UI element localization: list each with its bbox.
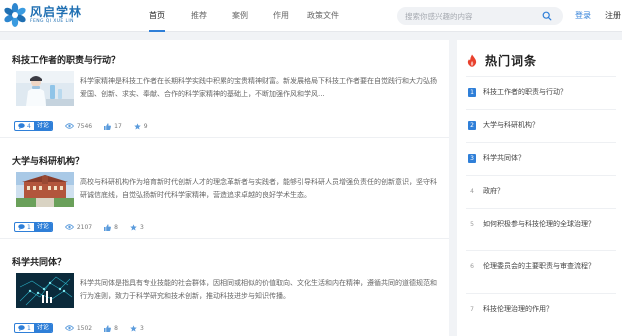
article-title[interactable]: 科技工作者的职责与行动？ <box>12 53 120 66</box>
article-meta: 1 讨论 2107 8 3 <box>14 222 144 232</box>
hot-topic-label[interactable]: 伦理委员会的主要职责与审查流程？ <box>483 261 611 272</box>
nav-home[interactable]: 首页 <box>149 0 165 32</box>
hot-topic-label[interactable]: 大学与科研机构？ <box>483 120 611 131</box>
search-input[interactable] <box>405 7 535 25</box>
nav-policy-docs[interactable]: 政策文件 <box>307 0 339 32</box>
discussion-badge[interactable]: 4 讨论 <box>14 121 53 131</box>
hot-topic-label[interactable]: 如何积极参与科技伦理的全球治理？ <box>483 219 611 230</box>
discussion-badge[interactable]: 1 讨论 <box>14 222 53 232</box>
hot-topics-panel: 热门词条 1 科技工作者的职责与行动？ 2 大学与科研机构？ 3 科学共同体？ … <box>457 40 622 336</box>
favorite-count[interactable]: 3 <box>130 325 144 332</box>
star-icon <box>130 223 137 231</box>
comment-count: 1 <box>27 324 31 332</box>
comment-icon <box>18 325 25 331</box>
article-list: 科技工作者的职责与行动？ 科学家精神是科技工作者在长期科学实践中积累的宝贵精神财… <box>0 40 449 336</box>
favorite-count[interactable]: 3 <box>130 224 144 231</box>
comment-count: 4 <box>27 122 31 130</box>
view-count: 2107 <box>64 224 92 231</box>
article-summary: 高校与科研机构作为培育新时代创新人才的理念革新者与实践者，能够引导科研人员增强负… <box>80 178 437 199</box>
article-meta: 1 讨论 1502 8 3 <box>14 323 144 333</box>
article-title[interactable]: 大学与科研机构？ <box>12 154 84 167</box>
thumbs-up-icon <box>104 324 112 332</box>
favorite-count[interactable]: 9 <box>134 123 148 130</box>
article-summary: 科学共同体是指具有专业技能的社会群体，因相同或相似的价值取向、文化生活和内在精神… <box>80 279 437 300</box>
article-thumbnail-network[interactable] <box>16 273 74 308</box>
hot-topic-item[interactable]: 7 科技伦理治理的作用？ <box>466 293 616 336</box>
hot-topic-item[interactable]: 5 如何积极参与科技伦理的全球治理？ <box>466 208 616 250</box>
hot-topic-item[interactable]: 4 政府？ <box>466 175 616 208</box>
star-icon <box>130 324 137 332</box>
discussion-label: 讨论 <box>33 122 52 130</box>
article-meta: 4 讨论 7546 17 9 <box>14 121 148 131</box>
search-box <box>397 7 563 25</box>
rank-badge: 3 <box>468 154 476 163</box>
article-title[interactable]: 科学共同体？ <box>12 255 66 268</box>
comment-icon <box>18 224 25 230</box>
rank-badge: 2 <box>468 121 476 130</box>
hot-topics-header: 热门词条 <box>467 48 537 72</box>
rank-badge: 1 <box>468 88 476 97</box>
article-card[interactable]: 科技工作者的职责与行动？ 科学家精神是科技工作者在长期科学实践中积累的宝贵精神财… <box>0 40 449 138</box>
nav-cases[interactable]: 案例 <box>232 0 248 32</box>
hot-topics-title: 热门词条 <box>485 53 538 68</box>
hot-topic-label[interactable]: 政府？ <box>483 186 611 197</box>
register-link[interactable]: 注册 <box>605 0 621 32</box>
eye-icon <box>64 224 74 230</box>
rank-number: 7 <box>470 306 474 313</box>
discussion-label: 讨论 <box>33 223 52 231</box>
logo-title: 风启学林 <box>30 4 83 19</box>
nav-recommend[interactable]: 推荐 <box>191 0 207 32</box>
hot-topic-label[interactable]: 科技伦理治理的作用？ <box>483 304 611 315</box>
rank-number: 5 <box>470 221 474 228</box>
thumbs-up-icon <box>104 122 112 130</box>
star-icon <box>134 122 141 130</box>
nav-role[interactable]: 作用 <box>273 0 289 32</box>
search-icon[interactable] <box>542 11 552 21</box>
logo-flower-icon <box>4 3 26 27</box>
discussion-badge[interactable]: 1 讨论 <box>14 323 53 333</box>
view-count: 1502 <box>64 325 92 332</box>
site-logo[interactable]: 风启学林 FENG QI XUE LIN <box>3 3 82 27</box>
logo-subtitle: FENG QI XUE LIN <box>30 18 74 24</box>
eye-icon <box>64 325 74 331</box>
comment-icon <box>18 123 25 129</box>
thumbs-up-icon <box>104 223 112 231</box>
article-summary: 科学家精神是科技工作者在长期科学实践中积累的宝贵精神财富。新发展格局下科技工作者… <box>80 77 437 98</box>
view-count: 7546 <box>64 123 92 130</box>
hot-topic-item[interactable]: 6 伦理委员会的主要职责与审查流程？ <box>466 250 616 293</box>
comment-count: 1 <box>27 223 31 231</box>
hot-topic-item[interactable]: 3 科学共同体？ <box>466 142 616 175</box>
rank-number: 6 <box>470 263 474 270</box>
like-count[interactable]: 8 <box>104 224 118 231</box>
discussion-label: 讨论 <box>33 324 52 332</box>
article-card[interactable]: 大学与科研机构？ 高校与科研机构作为培育新时代创新人才的理念革新者与实践者，能够… <box>0 141 449 239</box>
rank-number: 4 <box>470 188 474 195</box>
top-header: 风启学林 FENG QI XUE LIN 首页 推荐 案例 作用 政策文件 登录… <box>0 0 622 32</box>
article-thumbnail-campus[interactable] <box>16 172 74 207</box>
eye-icon <box>64 123 74 129</box>
login-link[interactable]: 登录 <box>575 0 591 32</box>
hot-topic-item[interactable]: 2 大学与科研机构？ <box>466 109 616 142</box>
flame-icon <box>467 54 477 67</box>
like-count[interactable]: 17 <box>104 123 122 130</box>
hot-topic-item[interactable]: 1 科技工作者的职责与行动？ <box>466 76 616 109</box>
hot-topic-label[interactable]: 科学共同体？ <box>483 153 611 164</box>
hot-topic-label[interactable]: 科技工作者的职责与行动？ <box>483 87 611 98</box>
article-card[interactable]: 科学共同体？ 科学共同体是指具有专业技能的社会群体，因相同或相似的价值取向、文化… <box>0 242 449 336</box>
like-count[interactable]: 8 <box>104 325 118 332</box>
article-thumbnail-lab[interactable] <box>16 71 74 106</box>
